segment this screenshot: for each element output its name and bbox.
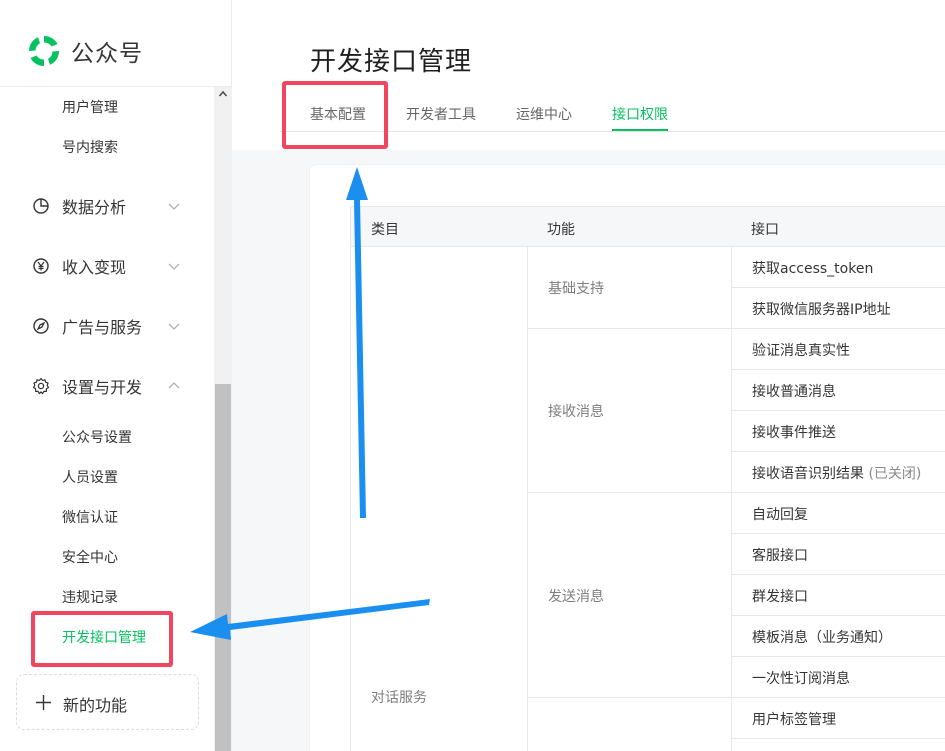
table-row-divider	[731, 369, 945, 370]
sidebar-item-staff-settings[interactable]: 人员设置	[62, 468, 118, 488]
highlight-box-dev-interface-management	[31, 611, 173, 667]
table-row-divider	[731, 410, 945, 411]
sidebar-item-account-settings[interactable]: 公众号设置	[62, 428, 132, 448]
brand-name: 公众号	[71, 41, 143, 67]
sidebar-item-violation-records[interactable]: 违规记录	[62, 588, 118, 608]
chevron-down-icon	[168, 203, 180, 210]
table-cell-function: 基础支持	[548, 281, 604, 297]
table-cell-function: 接收消息	[548, 404, 604, 420]
table-row-divider	[527, 697, 945, 698]
table-cell-interface: 验证消息真实性	[752, 343, 850, 359]
sidebar-divider	[0, 86, 232, 87]
sidebar-item-user-management[interactable]: 用户管理	[62, 98, 118, 118]
interface-status: (已关闭)	[868, 466, 922, 482]
page-title: 开发接口管理	[310, 47, 473, 77]
sidebar-scrollbar-thumb[interactable]	[215, 384, 231, 751]
table-cell-category: 对话服务	[371, 690, 427, 706]
brand-logo[interactable]: 公众号	[26, 32, 143, 70]
table-cell-interface: 接收普通消息	[752, 384, 836, 400]
table-cell-interface: 接收语音识别结果 (已关闭)	[752, 463, 921, 483]
table-row-divider	[731, 574, 945, 575]
table-row-divider	[731, 615, 945, 616]
chevron-up-icon	[168, 382, 180, 389]
table-cell-interface: 获取access_token	[752, 261, 874, 277]
sidebar-item-security-center[interactable]: 安全中心	[62, 548, 118, 568]
column-header-category: 类目	[371, 222, 399, 238]
table-cell-interface: 模板消息（业务通知）	[752, 630, 892, 646]
table-row-divider	[731, 451, 945, 452]
sidebar-category-revenue[interactable]: 收入变现	[32, 254, 192, 278]
column-header-interface: 接口	[751, 222, 779, 238]
table-row-divider	[527, 492, 945, 493]
table-row-divider	[527, 328, 945, 329]
pie-chart-icon	[33, 198, 49, 214]
sidebar-item-in-account-search[interactable]: 号内搜索	[62, 138, 118, 158]
new-function-button[interactable]: 新的功能	[16, 674, 199, 730]
tab-developer-tools[interactable]: 开发者工具	[406, 104, 476, 124]
table-cell-function: 发送消息	[548, 589, 604, 605]
sidebar-category-label: 广告与服务	[62, 318, 143, 337]
sidebar-category-label: 数据分析	[62, 198, 127, 217]
sidebar-category-label: 设置与开发	[62, 378, 143, 397]
wechat-official-account-icon	[28, 35, 60, 67]
tab-interface-permissions[interactable]: 接口权限	[612, 104, 668, 124]
table-cell-interface: 获取微信服务器IP地址	[752, 302, 891, 318]
tab-ops-center[interactable]: 运维中心	[516, 104, 572, 124]
interface-name: 接收语音识别结果	[752, 466, 864, 482]
table-cell-interface: 接收事件推送	[752, 425, 836, 441]
active-tab-indicator	[612, 129, 668, 131]
table-row-divider	[731, 738, 945, 739]
table-column-divider	[527, 247, 528, 751]
table-cell-interface: 一次性订阅消息	[752, 671, 850, 687]
table-cell-interface: 群发接口	[752, 589, 808, 605]
sidebar-category-label: 收入变现	[62, 258, 127, 277]
compass-icon	[33, 318, 49, 334]
sidebar-item-wechat-verification[interactable]: 微信认证	[62, 508, 118, 528]
highlight-box-basic-config	[282, 81, 388, 149]
table-row-divider	[731, 656, 945, 657]
chevron-down-icon	[168, 263, 180, 270]
new-function-label: 新的功能	[63, 696, 128, 715]
gear-icon	[32, 377, 50, 395]
content-card	[310, 165, 945, 751]
scroll-up-arrow-icon[interactable]	[218, 89, 228, 99]
sidebar-category-settings-dev[interactable]: 设置与开发	[32, 374, 192, 398]
sidebar-category-ads-services[interactable]: 广告与服务	[32, 314, 192, 338]
table-row-divider	[731, 533, 945, 534]
table-cell-interface: 客服接口	[752, 548, 808, 564]
table-cell-interface: 自动回复	[752, 507, 808, 523]
plus-icon	[36, 695, 51, 710]
table-border-left	[350, 206, 351, 751]
column-header-function: 功能	[547, 222, 575, 238]
table-header: 类目 功能 接口	[350, 206, 945, 247]
chevron-down-icon	[168, 323, 180, 330]
table-cell-interface: 用户标签管理	[752, 712, 836, 728]
table-row-divider	[731, 287, 945, 288]
yen-coin-icon	[33, 258, 49, 274]
sidebar-category-data-analysis[interactable]: 数据分析	[32, 194, 192, 218]
table-column-divider	[731, 247, 732, 751]
